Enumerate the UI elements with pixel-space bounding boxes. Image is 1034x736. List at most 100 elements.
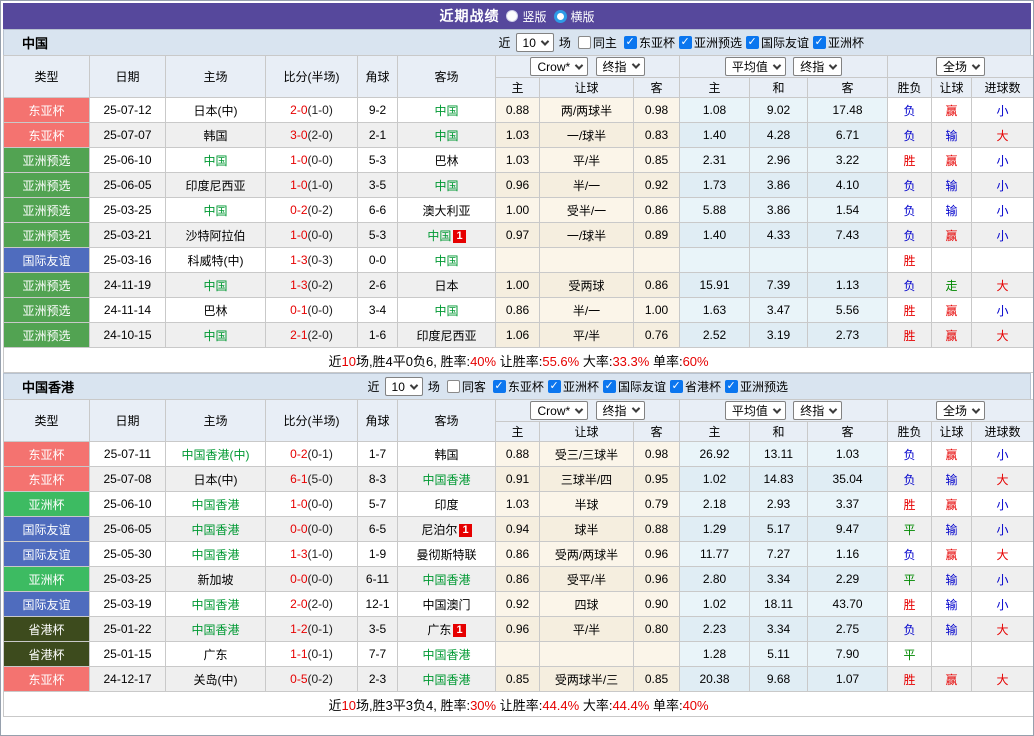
avg-odds-draw: 2.96 <box>749 147 809 173</box>
match-date: 25-07-08 <box>89 466 166 492</box>
league-filter-东亚杯[interactable]: 东亚杯 <box>489 378 544 395</box>
checkbox-checked-icon[interactable] <box>669 380 683 393</box>
bookmaker-select[interactable]: Crow* <box>530 57 589 77</box>
avg-odds-home: 15.91 <box>679 272 751 298</box>
col-corner: 角球 <box>357 55 398 98</box>
checkbox-checked-icon[interactable] <box>745 36 759 49</box>
match-date: 24-11-14 <box>89 297 166 323</box>
league-filter-东亚杯[interactable]: 东亚杯 <box>620 34 675 51</box>
bookmaker-stage-select[interactable]: 终指 <box>595 56 645 76</box>
title-bar: 近期战绩 竖版 横版 <box>3 3 1031 29</box>
bookmaker-select[interactable]: Crow* <box>530 401 589 421</box>
recent-count-select[interactable]: 10 <box>384 377 423 396</box>
match-date: 25-06-05 <box>89 172 166 198</box>
average-select[interactable]: 平均值 <box>724 401 786 420</box>
radio-selected-icon[interactable] <box>553 9 567 23</box>
handicap-odds-away: 0.76 <box>632 322 681 348</box>
avg-odds-away: 1.54 <box>807 197 889 223</box>
home-team: 中国香港 <box>165 541 266 567</box>
league-filter-亚洲预选[interactable]: 亚洲预选 <box>721 378 788 395</box>
result-handicap: 输 <box>931 616 973 642</box>
scope-controls: 全场 <box>887 399 1033 422</box>
handicap-line <box>539 247 634 273</box>
match-type-badge: 省港杯 <box>3 616 90 642</box>
col-score: 比分(半场) <box>265 399 358 442</box>
average-stage-select[interactable]: 终指 <box>793 57 843 76</box>
avg-odds-away: 6.71 <box>807 122 889 148</box>
avg-odds-home: 1.02 <box>679 466 751 492</box>
match-type-badge: 亚洲预选 <box>3 197 90 223</box>
avg-odds-away: 2.29 <box>807 566 889 592</box>
result-win-loss: 负 <box>887 441 933 467</box>
col-odds-away: 客 <box>632 77 681 98</box>
checkbox-checked-icon[interactable] <box>602 380 616 393</box>
checkbox-unchecked-icon[interactable] <box>446 380 460 393</box>
match-score: 1-3(1-0) <box>265 541 358 567</box>
scope-select[interactable]: 全场 <box>936 57 986 76</box>
checkbox-checked-icon[interactable] <box>623 36 637 49</box>
average-select[interactable]: 平均值 <box>724 57 786 76</box>
chevron-down-icon <box>574 61 584 70</box>
avg-odds-away: 17.48 <box>807 97 889 123</box>
chevron-down-icon <box>772 60 782 70</box>
away-team: 中国香港 <box>397 566 496 592</box>
result-handicap: 赢 <box>931 297 973 323</box>
result-goals: 大 <box>971 541 1033 567</box>
league-filter-省港杯[interactable]: 省港杯 <box>666 378 721 395</box>
home-team: 日本(中) <box>165 466 266 492</box>
bookmaker-stage-select[interactable]: 终指 <box>595 400 645 420</box>
checkbox-checked-icon[interactable] <box>678 36 692 49</box>
handicap-odds-home: 0.96 <box>495 172 540 198</box>
checkbox-checked-icon[interactable] <box>724 380 738 393</box>
chevron-down-icon <box>540 36 550 46</box>
avg-odds-draw: 3.34 <box>749 616 809 642</box>
scope-select[interactable]: 全场 <box>936 401 986 420</box>
league-filter-亚洲杯[interactable]: 亚洲杯 <box>809 34 864 51</box>
same-venue-filter[interactable]: 同客 <box>443 378 486 395</box>
avg-odds-away: 2.75 <box>807 616 889 642</box>
avg-odds-draw: 3.86 <box>749 197 809 223</box>
average-stage-select[interactable]: 终指 <box>793 401 843 420</box>
result-goals: 大 <box>971 122 1033 148</box>
handicap-odds-away: 0.85 <box>632 666 681 692</box>
match-row: 省港杯 25-01-22 中国香港 1-2(0-1) 3-5 广东 1 0.96 平/半 0.80… <box>3 616 1033 642</box>
match-row: 东亚杯 25-07-12 日本(中) 2-0(1-0) 9-2 中国 0.88 两/两球半 0.… <box>3 97 1033 123</box>
handicap-odds-home: 1.06 <box>495 322 540 348</box>
col-date: 日期 <box>89 55 166 98</box>
match-row: 东亚杯 24-12-17 关岛(中) 0-5(0-2) 2-3 中国香港 0.85 受两球半/… <box>3 666 1033 692</box>
layout-radio-horizontal[interactable]: 横版 <box>553 8 595 25</box>
league-filter-亚洲杯[interactable]: 亚洲杯 <box>544 378 599 395</box>
corner-score: 7-7 <box>357 641 398 667</box>
layout-radio-vertical[interactable]: 竖版 <box>506 8 547 25</box>
match-row: 国际友谊 25-03-19 中国香港 2-0(2-0) 12-1 中国澳门 0.92 四球 0.… <box>3 591 1033 617</box>
match-row: 国际友谊 25-03-16 科威特(中) 1-3(0-3) 0-0 中国 胜 <box>3 247 1033 273</box>
league-filter-亚洲预选[interactable]: 亚洲预选 <box>675 34 742 51</box>
league-filter-国际友谊[interactable]: 国际友谊 <box>742 34 809 51</box>
handicap-line: 受半/一 <box>539 197 634 223</box>
section-china: 中国 近 10 场 同主 东亚杯亚洲预选国际友谊亚洲杯 类 <box>2 29 1033 373</box>
match-row: 亚洲预选 25-06-10 中国 1-0(0-0) 5-3 巴林 1.03 平/半 0.85 2.… <box>3 147 1033 173</box>
corner-score: 9-2 <box>357 97 398 123</box>
checkbox-checked-icon[interactable] <box>492 380 506 393</box>
match-row: 国际友谊 25-06-05 中国香港 0-0(0-0) 6-5 尼泊尔 1 0.94 球半 0.8… <box>3 516 1033 542</box>
radio-unselected-icon[interactable] <box>506 10 519 22</box>
recent-count-select[interactable]: 10 <box>515 33 554 52</box>
checkbox-unchecked-icon[interactable] <box>577 36 591 49</box>
handicap-odds-away: 1.00 <box>632 297 681 323</box>
result-goals <box>971 641 1033 667</box>
handicap-line: 受两/两球半 <box>539 541 634 567</box>
match-score: 0-5(0-2) <box>265 666 358 692</box>
handicap-line <box>539 641 634 667</box>
match-date: 25-07-11 <box>89 441 166 467</box>
handicap-line: 平/半 <box>539 322 634 348</box>
checkbox-checked-icon[interactable] <box>812 36 826 49</box>
match-date: 25-07-07 <box>89 122 166 148</box>
handicap-odds-home: 0.92 <box>495 591 540 617</box>
league-filter-国际友谊[interactable]: 国际友谊 <box>599 378 666 395</box>
avg-odds-draw: 7.39 <box>749 272 809 298</box>
result-win-loss: 胜 <box>887 297 933 323</box>
same-venue-filter[interactable]: 同主 <box>574 34 617 51</box>
checkbox-checked-icon[interactable] <box>547 380 561 393</box>
match-type-badge: 亚洲预选 <box>3 297 90 323</box>
avg-odds-away: 1.07 <box>807 666 889 692</box>
